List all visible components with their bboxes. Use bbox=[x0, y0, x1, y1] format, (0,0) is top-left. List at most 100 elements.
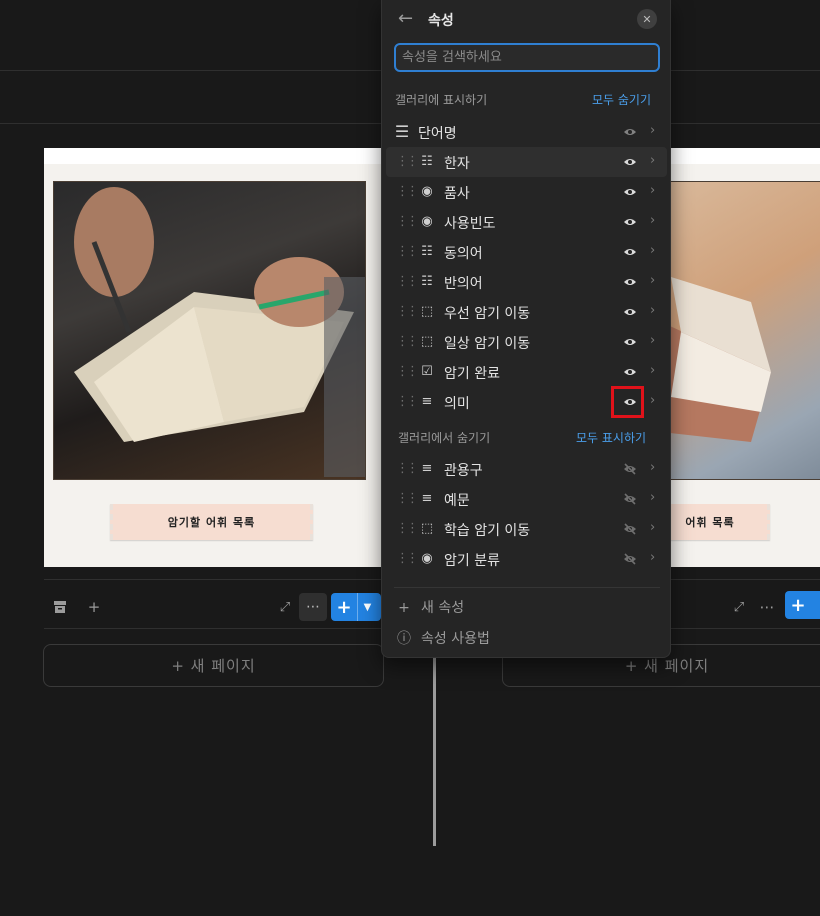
new-property-button[interactable]: + 새 속성 bbox=[396, 597, 464, 617]
property-label: 동의어 bbox=[444, 246, 483, 262]
text-icon: ≡ bbox=[421, 393, 433, 409]
add-page-button[interactable]: + bbox=[785, 591, 820, 619]
property-row[interactable]: ⋮⋮ ≡ 관용구 › bbox=[386, 454, 667, 484]
chevron-right-icon[interactable]: › bbox=[650, 490, 655, 505]
gallery-card-right[interactable]: 어휘 목록 bbox=[660, 148, 820, 567]
drag-handle-icon[interactable]: ⋮⋮ bbox=[396, 244, 419, 259]
eye-icon[interactable] bbox=[623, 305, 637, 319]
chevron-right-icon[interactable]: › bbox=[650, 460, 655, 475]
new-property-label: 새 속성 bbox=[421, 600, 465, 616]
eye-off-icon[interactable] bbox=[623, 462, 637, 476]
add-page-button[interactable]: + ▼ bbox=[331, 593, 381, 621]
property-label: 단어명 bbox=[418, 126, 457, 142]
property-label: 관용구 bbox=[444, 463, 483, 479]
chevron-down-icon[interactable]: ▼ bbox=[357, 593, 377, 621]
eye-icon[interactable] bbox=[623, 125, 637, 139]
list-icon: ☷ bbox=[421, 273, 433, 289]
select-icon: ◉ bbox=[421, 183, 433, 199]
property-row-title[interactable]: ☰ 단어명 › bbox=[386, 117, 667, 147]
property-label: 의미 bbox=[444, 396, 470, 412]
chevron-right-icon[interactable]: › bbox=[650, 273, 655, 288]
drag-handle-icon[interactable]: ⋮⋮ bbox=[396, 394, 419, 409]
hide-all-link[interactable]: 모두 숨기기 bbox=[592, 91, 651, 108]
drag-handle-icon[interactable]: ⋮⋮ bbox=[396, 491, 419, 506]
back-arrow-icon[interactable]: ← bbox=[398, 8, 413, 29]
text-icon: ≡ bbox=[421, 460, 433, 476]
eye-icon[interactable] bbox=[623, 275, 637, 289]
property-row[interactable]: ⋮⋮ ☑ 암기 완료 › bbox=[386, 357, 667, 387]
chevron-right-icon[interactable]: › bbox=[650, 550, 655, 565]
more-options-icon[interactable]: ⋯ bbox=[755, 595, 779, 619]
property-row[interactable]: ⋮⋮ ≡ 예문 › bbox=[386, 484, 667, 514]
plus-icon[interactable]: + bbox=[785, 595, 811, 616]
new-page-button[interactable]: + 새 페이지 bbox=[43, 644, 384, 687]
property-row[interactable]: ⋮⋮ ⬚ 학습 암기 이동 › bbox=[386, 514, 667, 544]
drag-handle-icon[interactable]: ⋮⋮ bbox=[396, 304, 419, 319]
card-footer-divider bbox=[44, 579, 381, 580]
button-icon: ⬚ bbox=[420, 520, 434, 536]
plus-icon[interactable]: + bbox=[331, 597, 357, 618]
drag-handle-icon[interactable]: ⋮⋮ bbox=[396, 364, 419, 379]
shown-section-label: 갤러리에 표시하기 bbox=[395, 93, 488, 107]
tape-label: 어휘 목록 bbox=[660, 504, 770, 540]
eye-icon[interactable] bbox=[623, 215, 637, 229]
card-footer-divider bbox=[44, 628, 381, 629]
chevron-right-icon[interactable]: › bbox=[650, 153, 655, 168]
drag-handle-icon[interactable]: ⋮⋮ bbox=[396, 154, 419, 169]
property-label: 한자 bbox=[444, 156, 470, 172]
chevron-right-icon[interactable]: › bbox=[650, 183, 655, 198]
gallery-card-left[interactable]: 암기할 어휘 목록 bbox=[44, 148, 381, 567]
expand-icon[interactable]: ⤢ bbox=[727, 595, 751, 619]
card-cover-strip bbox=[660, 148, 820, 164]
properties-panel: ← 속성 ✕ 갤러리에 표시하기 모두 숨기기 ☰ 단어명 › ⋮⋮☷한자›⋮⋮… bbox=[381, 0, 671, 658]
property-label: 일상 암기 이동 bbox=[444, 336, 531, 352]
chevron-right-icon[interactable]: › bbox=[650, 123, 655, 138]
help-label: 속성 사용법 bbox=[421, 631, 490, 647]
add-icon[interactable]: + bbox=[82, 595, 106, 619]
property-help-button[interactable]: ⓘ 속성 사용법 bbox=[396, 628, 490, 648]
text-icon: ≡ bbox=[421, 490, 433, 506]
property-label: 암기 분류 bbox=[444, 553, 500, 569]
chevron-right-icon[interactable]: › bbox=[650, 333, 655, 348]
select-icon: ◉ bbox=[421, 550, 433, 566]
drag-handle-icon[interactable]: ⋮⋮ bbox=[396, 551, 419, 566]
show-all-link[interactable]: 모두 표시하기 bbox=[576, 429, 646, 446]
expand-icon[interactable]: ⤢ bbox=[273, 595, 297, 619]
eye-icon[interactable] bbox=[623, 365, 637, 379]
drag-handle-icon[interactable]: ⋮⋮ bbox=[396, 214, 419, 229]
property-label: 반의어 bbox=[444, 276, 483, 292]
property-search-input[interactable] bbox=[394, 43, 660, 72]
eye-icon[interactable] bbox=[623, 245, 637, 259]
drag-handle-icon[interactable]: ⋮⋮ bbox=[396, 274, 419, 289]
property-row[interactable]: ⋮⋮ ◉ 암기 분류 › bbox=[386, 544, 667, 574]
eye-off-icon[interactable] bbox=[623, 522, 637, 536]
drag-handle-icon[interactable]: ⋮⋮ bbox=[396, 334, 419, 349]
more-options-button[interactable]: ⋯ bbox=[299, 593, 327, 621]
chevron-right-icon[interactable]: › bbox=[650, 303, 655, 318]
chevron-right-icon[interactable]: › bbox=[650, 213, 655, 228]
eye-icon[interactable] bbox=[623, 185, 637, 199]
select-icon: ◉ bbox=[421, 213, 433, 229]
property-row[interactable]: ⋮⋮ ☷ 반의어 › bbox=[386, 267, 667, 297]
property-row[interactable]: ⋮⋮ ⬚ 우선 암기 이동 › bbox=[386, 297, 667, 327]
drag-handle-icon[interactable]: ⋮⋮ bbox=[396, 184, 419, 199]
drag-handle-icon[interactable]: ⋮⋮ bbox=[396, 461, 419, 476]
chevron-right-icon[interactable]: › bbox=[650, 363, 655, 378]
eye-icon[interactable] bbox=[623, 335, 637, 349]
eye-icon[interactable] bbox=[623, 155, 637, 169]
plus-icon: + bbox=[398, 600, 410, 616]
property-row[interactable]: ⋮⋮ ☷ 동의어 › bbox=[386, 237, 667, 267]
property-row[interactable]: ⋮⋮ ☷ 한자 › bbox=[386, 147, 667, 177]
chevron-right-icon[interactable]: › bbox=[650, 520, 655, 535]
archive-icon[interactable] bbox=[48, 595, 72, 619]
property-row[interactable]: ⋮⋮ ◉ 품사 › bbox=[386, 177, 667, 207]
property-row[interactable]: ⋮⋮ ⬚ 일상 암기 이동 › bbox=[386, 327, 667, 357]
close-icon[interactable]: ✕ bbox=[637, 9, 657, 29]
eye-off-icon[interactable] bbox=[623, 492, 637, 506]
chevron-right-icon[interactable]: › bbox=[650, 243, 655, 258]
chevron-right-icon[interactable]: › bbox=[650, 393, 655, 408]
drag-handle-icon[interactable]: ⋮⋮ bbox=[396, 521, 419, 536]
property-label: 사용빈도 bbox=[444, 216, 496, 232]
property-row[interactable]: ⋮⋮ ◉ 사용빈도 › bbox=[386, 207, 667, 237]
eye-off-icon[interactable] bbox=[623, 552, 637, 566]
